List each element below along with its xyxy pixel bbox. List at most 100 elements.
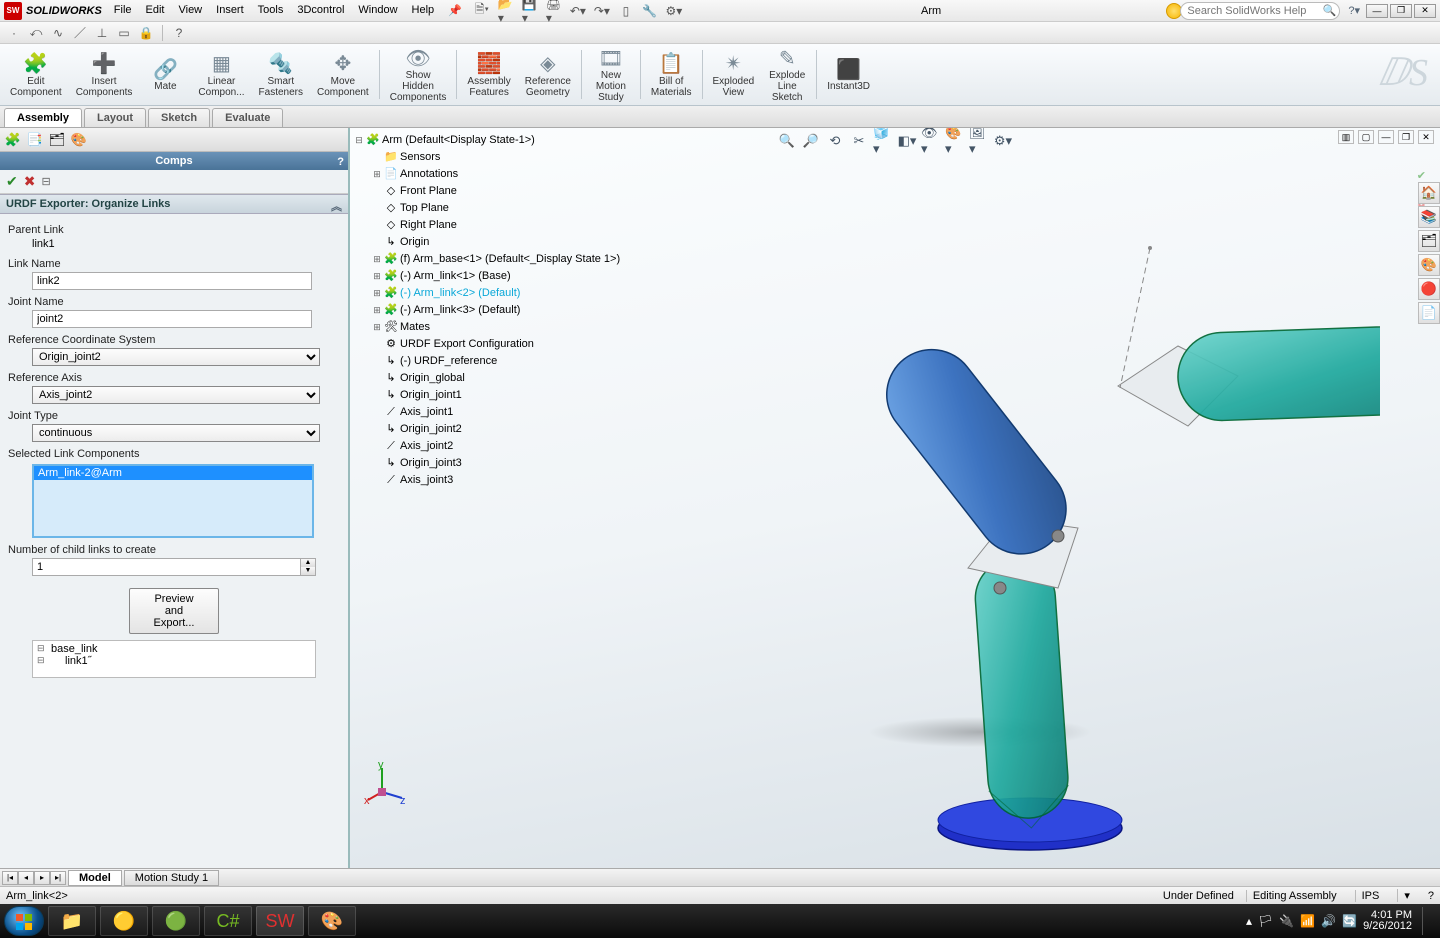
menu-file[interactable]: File: [114, 4, 132, 17]
menu-window[interactable]: Window: [358, 4, 397, 17]
tp-explorer-icon[interactable]: 🗂: [1418, 230, 1440, 252]
ribbon-insert-components[interactable]: ➕InsertComponents: [70, 46, 139, 103]
tray-volume-icon[interactable]: 🔊: [1321, 914, 1336, 928]
link-tree-root[interactable]: base_link: [37, 643, 311, 655]
show-desktop-button[interactable]: [1422, 907, 1430, 935]
expander-icon[interactable]: ⊞: [372, 166, 382, 183]
apply-scene-icon[interactable]: 🖼▾: [969, 132, 989, 150]
ribbon-assembly-features[interactable]: 🧱AssemblyFeatures: [461, 46, 516, 103]
list-item[interactable]: Arm_link-2@Arm: [34, 466, 312, 480]
ribbon-instant3d[interactable]: ⬛Instant3D: [821, 46, 876, 103]
menu-insert[interactable]: Insert: [216, 4, 244, 17]
qa-rebuild-icon[interactable]: 🔧: [642, 3, 658, 19]
num-children-spinner[interactable]: ▲▼: [300, 558, 316, 576]
tab-evaluate[interactable]: Evaluate: [212, 108, 283, 127]
hide-show-icon[interactable]: 👁▾: [921, 132, 941, 150]
view-settings-icon[interactable]: ⚙▾: [993, 132, 1013, 150]
panel-tab-display-icon[interactable]: 🎨: [70, 131, 88, 149]
graphics-viewport[interactable]: 🔍 🔎 ⟲ ✂ 🧊▾ ◧▾ 👁▾ 🎨▾ 🖼▾ ⚙▾ ▥ ▢ — ❐ ✕ ✔ ✖ …: [350, 128, 1440, 868]
menu-edit[interactable]: Edit: [146, 4, 165, 17]
cancel-icon[interactable]: ✖: [24, 173, 36, 190]
section-view-icon[interactable]: ✂: [849, 132, 869, 150]
confirm-ok-icon[interactable]: ✔: [1417, 170, 1426, 182]
minimize-button[interactable]: —: [1366, 4, 1388, 18]
panel-tab-property-icon[interactable]: 📑: [26, 131, 44, 149]
joint-type-select[interactable]: continuous: [32, 424, 320, 442]
view-orientation-icon[interactable]: 🧊▾: [873, 132, 893, 150]
vp-minimize-icon[interactable]: —: [1378, 130, 1394, 144]
expander-icon[interactable]: ⊟: [354, 132, 364, 149]
zoom-fit-icon[interactable]: 🔍: [777, 132, 797, 150]
section-header[interactable]: URDF Exporter: Organize Links ︽: [0, 194, 348, 214]
sk-point-icon[interactable]: ·: [6, 25, 22, 41]
vp-close-icon[interactable]: ✕: [1418, 130, 1434, 144]
collapse-icon[interactable]: ︽: [331, 198, 342, 214]
tp-appearances-icon[interactable]: 🔴: [1418, 278, 1440, 300]
tree-item[interactable]: ⊞📄Annotations: [354, 166, 620, 183]
qa-undo-icon[interactable]: ↶▾: [570, 3, 586, 19]
ribbon-smart-fasteners[interactable]: 🔩SmartFasteners: [253, 46, 309, 103]
orientation-triad[interactable]: x y z: [364, 762, 406, 804]
ref-cs-select[interactable]: Origin_joint2: [32, 348, 320, 366]
menu-pin-icon[interactable]: 📌: [448, 4, 462, 17]
task-explorer[interactable]: 📁: [48, 906, 96, 936]
tree-root[interactable]: ⊟ 🧩 Arm (Default<Display State-1>): [354, 132, 620, 149]
ribbon-mate[interactable]: 🔗Mate: [140, 46, 190, 103]
tab-assembly[interactable]: Assembly: [4, 108, 82, 127]
search-input[interactable]: [1180, 2, 1340, 20]
spinner-down-icon[interactable]: ▼: [301, 567, 315, 575]
tray-flag-icon[interactable]: 🏳: [1258, 914, 1273, 928]
qa-new-icon[interactable]: 🗎▾: [474, 3, 490, 19]
sk-arc-icon[interactable]: ⤺: [28, 25, 44, 41]
tree-item[interactable]: 📁Sensors: [354, 149, 620, 166]
panel-tab-feature-icon[interactable]: 🧩: [4, 131, 22, 149]
scroll-last-icon[interactable]: ▸|: [50, 871, 66, 885]
preview-export-button[interactable]: Preview and Export...: [129, 588, 219, 634]
qa-open-icon[interactable]: 📂▾: [498, 3, 514, 19]
edit-appearance-icon[interactable]: 🎨▾: [945, 132, 965, 150]
qa-select-icon[interactable]: ▯: [618, 3, 634, 19]
vp-maximize-icon[interactable]: ❐: [1398, 130, 1414, 144]
task-spotify[interactable]: 🟢: [152, 906, 200, 936]
tab-layout[interactable]: Layout: [84, 108, 146, 127]
qa-save-icon[interactable]: 💾▾: [522, 3, 538, 19]
tab-motion-study[interactable]: Motion Study 1: [124, 870, 219, 886]
ribbon-motion-study[interactable]: 🎞NewMotionStudy: [586, 46, 636, 103]
scroll-first-icon[interactable]: |◂: [2, 871, 18, 885]
panel-tab-config-icon[interactable]: 🗂: [48, 131, 66, 149]
menu-view[interactable]: View: [178, 4, 202, 17]
sk-line-icon[interactable]: ／: [72, 25, 88, 41]
sk-help-icon[interactable]: ?: [171, 25, 187, 41]
vp-split-icon[interactable]: ▥: [1338, 130, 1354, 144]
menu-help[interactable]: Help: [412, 4, 435, 17]
ribbon-edit-component[interactable]: 🧩EditComponent: [4, 46, 68, 103]
scroll-next-icon[interactable]: ▸: [34, 871, 50, 885]
spinner-up-icon[interactable]: ▲: [301, 559, 315, 567]
expander-icon[interactable]: ⊞: [372, 319, 382, 336]
panel-help-icon[interactable]: ?: [337, 153, 344, 171]
pushpin-icon[interactable]: ⊟: [41, 175, 50, 188]
sk-spline-icon[interactable]: ∿: [50, 25, 66, 41]
tp-library-icon[interactable]: 📚: [1418, 206, 1440, 228]
status-more-icon[interactable]: ▾: [1397, 889, 1416, 902]
tray-power-icon[interactable]: 🔌: [1279, 914, 1294, 928]
expander-icon[interactable]: ⊞: [372, 251, 382, 268]
start-button[interactable]: [4, 906, 44, 936]
tab-model[interactable]: Model: [68, 870, 122, 886]
task-paint[interactable]: 🎨: [308, 906, 356, 936]
joint-name-input[interactable]: [32, 310, 312, 328]
tray-clock[interactable]: 4:01 PM 9/26/2012: [1363, 910, 1412, 932]
sk-perp-icon[interactable]: ⊥: [94, 25, 110, 41]
expander-icon[interactable]: ⊞: [372, 268, 382, 285]
menu-3dcontrol[interactable]: 3Dcontrol: [297, 4, 344, 17]
expander-icon[interactable]: ⊞: [372, 285, 382, 302]
menu-tools[interactable]: Tools: [258, 4, 284, 17]
sk-lock-icon[interactable]: 🔒: [138, 25, 154, 41]
ribbon-exploded-view[interactable]: ✴ExplodedView: [707, 46, 761, 103]
search-icon[interactable]: 🔍: [1323, 4, 1337, 17]
qa-print-icon[interactable]: 🖨▾: [546, 3, 562, 19]
tp-palette-icon[interactable]: 🎨: [1418, 254, 1440, 276]
ribbon-reference-geometry[interactable]: ◈ReferenceGeometry: [519, 46, 577, 103]
link-name-input[interactable]: [32, 272, 312, 290]
link-tree[interactable]: base_link link1˝: [32, 640, 316, 678]
